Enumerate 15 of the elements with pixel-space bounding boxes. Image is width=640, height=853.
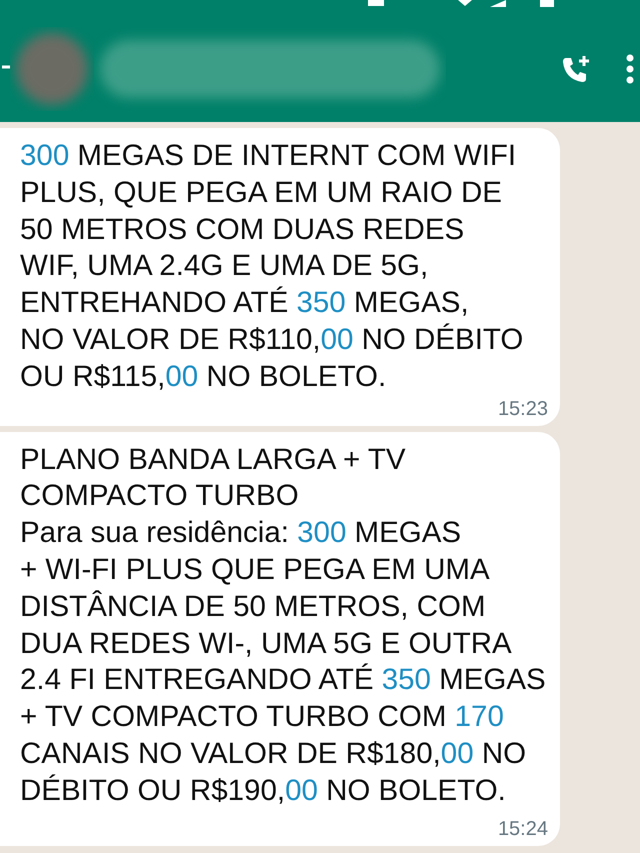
menu-icon[interactable] [626,54,634,84]
message-time: 15:23 [498,398,548,420]
number-link[interactable]: 00 [165,360,198,393]
message-time: 15:24 [498,818,548,840]
number-link[interactable]: 350 [382,663,431,696]
number-link[interactable]: 350 [296,286,346,320]
number-link[interactable]: 00 [440,736,474,770]
message-text: PLANO BANDA LARGA + TV COMPACTO TURBO Para sua residência: 300 MEGAS + WI-FI PLUS QUE PEGA EM UMA DISTÂNCIA DE 50 METROS, COM DUA REDES WI-, UMA 5G E OUTRA 2.4 FI ENTREGANDO ATÉ 350 MEGAS + TV COMPACTO TURBO COM 170 CANAIS NO VALOR DE R$180,00 NO DÉBITO OU R$190,00 NO BOLETO. [20,442,546,809]
message-text: 300 MEGAS DE INTERNT COM WIFI PLUS, QUE PEGA EM UM RAIO DE 50 METROS COM DUAS REDES WIF, UMA 2.4G E UMA DE 5G, ENTREHANDO ATÉ 350 MEGAS, NO VALOR DE R$110,00 NO DÉBITO OU R$115,00 NO BOLETO. [20,138,524,395]
number-link[interactable]: 300 [297,516,346,550]
number-link[interactable]: 00 [285,774,318,807]
add-call-icon[interactable] [560,54,590,84]
number-link[interactable]: 170 [454,700,504,734]
number-link[interactable]: 00 [320,322,354,356]
number-link[interactable]: 300 [20,139,70,172]
